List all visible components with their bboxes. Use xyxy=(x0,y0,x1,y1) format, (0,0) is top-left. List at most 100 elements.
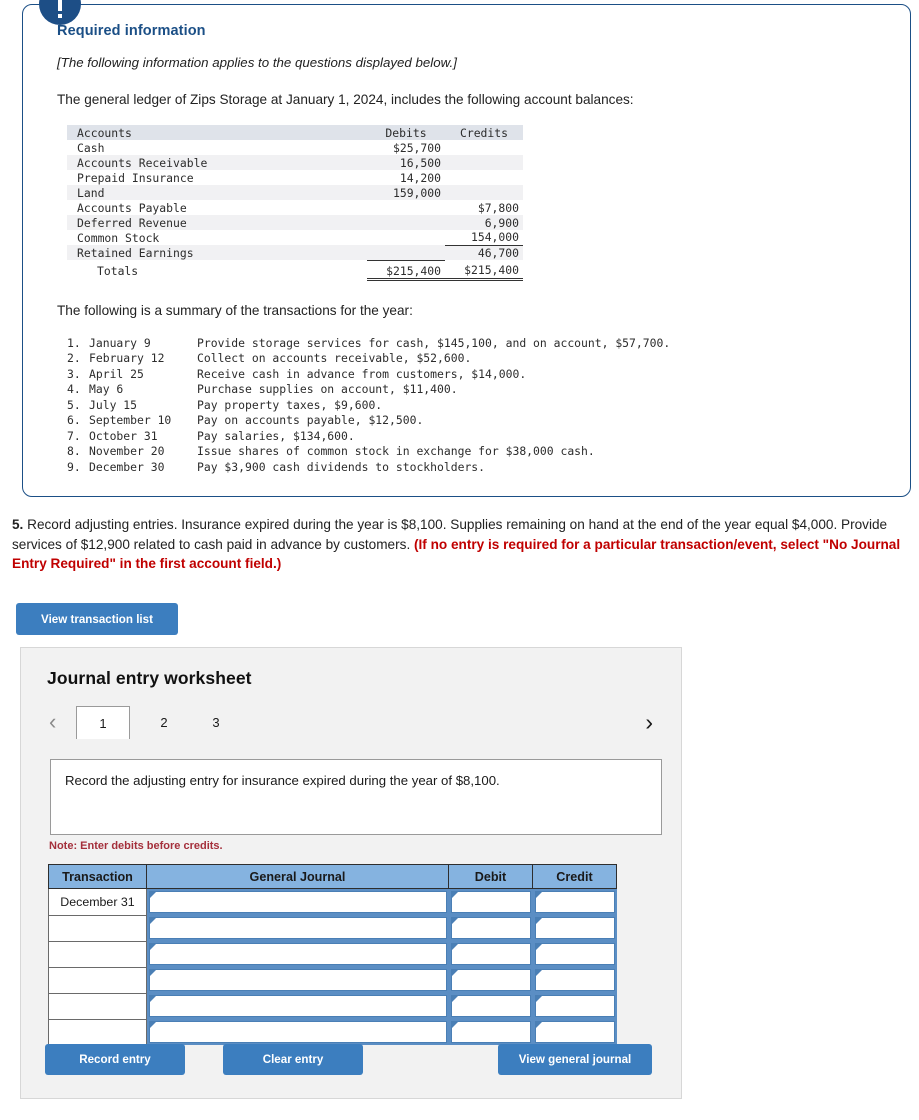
required-information-box: Required information [The following info… xyxy=(22,4,911,497)
journal-account-cell[interactable] xyxy=(147,889,449,916)
account-select-input[interactable] xyxy=(150,970,446,990)
journal-credit-cell[interactable] xyxy=(533,889,617,916)
journal-transaction-date xyxy=(49,993,147,1019)
chevron-left-icon[interactable]: ‹ xyxy=(49,708,56,736)
list-item: 7. October 31 Pay salaries, $134,600. xyxy=(67,429,670,445)
view-transaction-list-button[interactable]: View transaction list xyxy=(16,603,178,635)
journal-transaction-date: December 31 xyxy=(49,889,147,916)
transaction-date: September 10 xyxy=(89,413,197,429)
transaction-description: Collect on accounts receivable, $52,600. xyxy=(197,351,670,367)
journal-debit-cell[interactable] xyxy=(449,889,533,916)
journal-account-cell[interactable] xyxy=(147,1019,449,1045)
journal-transaction-date xyxy=(49,967,147,993)
table-row: Retained Earnings 46,700 xyxy=(67,245,523,260)
journal-credit-cell[interactable] xyxy=(533,967,617,993)
credit-field[interactable] xyxy=(535,891,615,913)
credit-input[interactable] xyxy=(536,1022,614,1042)
ledger-account: Common Stock xyxy=(67,230,367,245)
credit-field[interactable] xyxy=(535,995,615,1017)
journal-account-cell[interactable] xyxy=(147,941,449,967)
journal-debit-cell[interactable] xyxy=(449,915,533,941)
account-dropdown[interactable] xyxy=(149,969,447,991)
ledger-credit: 154,000 xyxy=(445,230,523,245)
table-row xyxy=(49,1019,617,1045)
journal-debit-cell[interactable] xyxy=(449,941,533,967)
credit-input[interactable] xyxy=(536,996,614,1016)
debit-field[interactable] xyxy=(451,1021,531,1043)
journal-debit-cell[interactable] xyxy=(449,993,533,1019)
debit-field[interactable] xyxy=(451,917,531,939)
list-item: 2. February 12 Collect on accounts recei… xyxy=(67,351,670,367)
journal-account-cell[interactable] xyxy=(147,967,449,993)
account-select-input[interactable] xyxy=(150,1022,446,1042)
credit-input[interactable] xyxy=(536,944,614,964)
journal-header-row: Transaction General Journal Debit Credit xyxy=(49,865,617,889)
account-dropdown[interactable] xyxy=(149,1021,447,1043)
journal-debit-cell[interactable] xyxy=(449,967,533,993)
tab-3[interactable]: 3 xyxy=(201,706,231,739)
transaction-description: Purchase supplies on account, $11,400. xyxy=(197,382,670,398)
ledger-debit: 14,200 xyxy=(367,170,445,185)
credit-field[interactable] xyxy=(535,969,615,991)
ledger-credit xyxy=(445,155,523,170)
journal-credit-cell[interactable] xyxy=(533,993,617,1019)
ledger-header-credits: Credits xyxy=(445,125,523,140)
account-dropdown[interactable] xyxy=(149,917,447,939)
transactions-lead-text: The following is a summary of the transa… xyxy=(57,303,880,318)
journal-entry-worksheet-panel: Journal entry worksheet ‹ 1 2 3 › Record… xyxy=(20,647,682,1099)
credit-field[interactable] xyxy=(535,1021,615,1043)
account-select-input[interactable] xyxy=(150,996,446,1016)
ledger-credit: $7,800 xyxy=(445,200,523,215)
view-general-journal-button[interactable]: View general journal xyxy=(498,1044,652,1075)
general-ledger-table: Accounts Debits Credits Cash $25,700 Acc… xyxy=(67,125,523,281)
tab-2[interactable]: 2 xyxy=(149,706,179,739)
account-select-input[interactable] xyxy=(150,944,446,964)
chevron-right-icon[interactable]: › xyxy=(645,708,653,736)
account-select-input[interactable] xyxy=(150,918,446,938)
transaction-date: April 25 xyxy=(89,367,197,383)
journal-account-cell[interactable] xyxy=(147,915,449,941)
debit-field[interactable] xyxy=(451,995,531,1017)
transaction-description: Receive cash in advance from customers, … xyxy=(197,367,670,383)
list-item: 8. November 20 Issue shares of common st… xyxy=(67,444,670,460)
credit-field[interactable] xyxy=(535,917,615,939)
journal-credit-cell[interactable] xyxy=(533,941,617,967)
ledger-account: Deferred Revenue xyxy=(67,215,367,230)
transaction-number: 2. xyxy=(67,351,89,367)
record-entry-button[interactable]: Record entry xyxy=(45,1044,185,1075)
journal-transaction-date xyxy=(49,1019,147,1045)
account-dropdown[interactable] xyxy=(149,891,447,913)
debit-field[interactable] xyxy=(451,969,531,991)
transaction-number: 3. xyxy=(67,367,89,383)
transactions-list: 1. January 9 Provide storage services fo… xyxy=(67,336,670,476)
debit-input[interactable] xyxy=(452,1022,530,1042)
ledger-totals-debit: $215,400 xyxy=(367,260,445,279)
debit-input[interactable] xyxy=(452,918,530,938)
account-select-input[interactable] xyxy=(150,892,446,912)
tab-1[interactable]: 1 xyxy=(76,706,130,739)
debit-field[interactable] xyxy=(451,891,531,913)
clear-entry-button[interactable]: Clear entry xyxy=(223,1044,363,1075)
account-dropdown[interactable] xyxy=(149,995,447,1017)
debit-input[interactable] xyxy=(452,996,530,1016)
credit-input[interactable] xyxy=(536,918,614,938)
transaction-number: 9. xyxy=(67,460,89,476)
debit-input[interactable] xyxy=(452,944,530,964)
journal-credit-cell[interactable] xyxy=(533,915,617,941)
credit-input[interactable] xyxy=(536,892,614,912)
question-prompt: 5. Record adjusting entries. Insurance e… xyxy=(12,515,912,574)
journal-account-cell[interactable] xyxy=(147,993,449,1019)
ledger-totals-row: Totals $215,400 $215,400 xyxy=(67,260,523,279)
account-dropdown[interactable] xyxy=(149,943,447,965)
question-number: 5. xyxy=(12,517,23,532)
credit-field[interactable] xyxy=(535,943,615,965)
journal-debit-cell[interactable] xyxy=(449,1019,533,1045)
ledger-debit xyxy=(367,245,445,260)
debit-input[interactable] xyxy=(452,892,530,912)
tab-panel-instruction: Record the adjusting entry for insurance… xyxy=(65,773,661,788)
debit-input[interactable] xyxy=(452,970,530,990)
journal-credit-cell[interactable] xyxy=(533,1019,617,1045)
transaction-description: Pay on accounts payable, $12,500. xyxy=(197,413,670,429)
credit-input[interactable] xyxy=(536,970,614,990)
debit-field[interactable] xyxy=(451,943,531,965)
